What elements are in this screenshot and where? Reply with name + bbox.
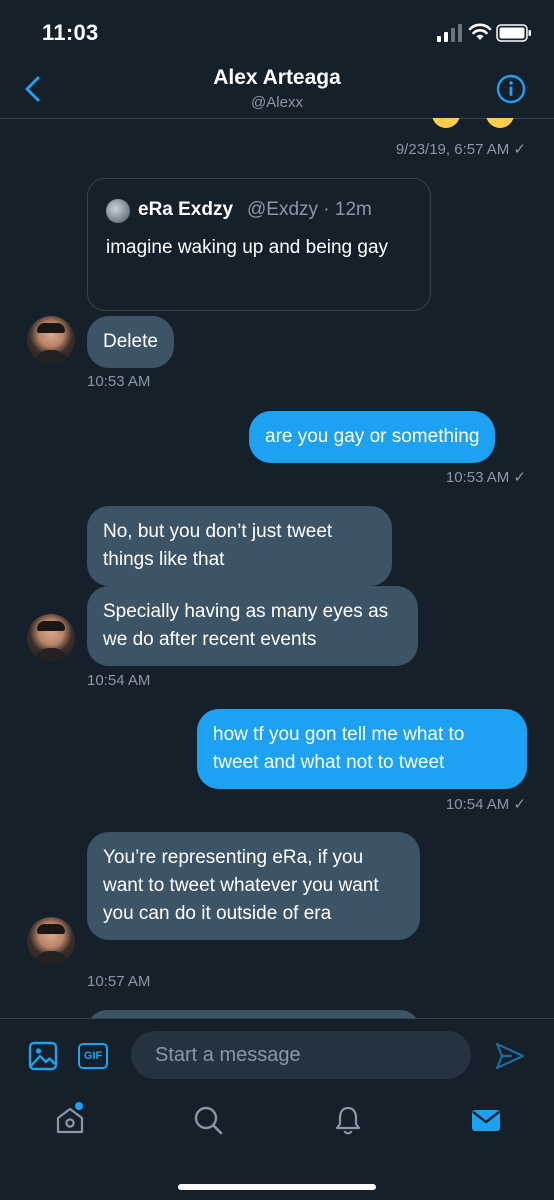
conversation-title: Alex Arteaga	[213, 66, 341, 89]
incoming-message-bubble[interactable]: You’re representing eRa, if you want to …	[87, 832, 420, 940]
quoted-tweet-avatar	[106, 199, 130, 223]
status-bar: 11:03	[0, 0, 554, 64]
message-timestamp: 10:54 AM ✓	[445, 796, 526, 813]
message-input[interactable]	[131, 1031, 471, 1079]
message-timestamp: 10:57 AM	[87, 973, 151, 990]
outgoing-message-bubble[interactable]: are you gay or something	[249, 411, 496, 463]
quoted-tweet-text: imagine waking up and being gay	[106, 237, 389, 258]
outgoing-message-bubble[interactable]: how tf you gon tell me what to tweet and…	[197, 709, 527, 789]
gif-icon[interactable]: GIF	[78, 1043, 108, 1069]
message-timestamp: 10:54 AM	[87, 672, 151, 689]
status-time: 11:03	[42, 20, 99, 45]
contact-avatar[interactable]	[27, 917, 75, 965]
info-icon[interactable]	[496, 74, 526, 104]
message-thread[interactable]: 9/23/19, 6:57 AM ✓ eRa Exdzy @Exdzy · 12…	[0, 118, 554, 1018]
compose-bar: GIF	[0, 1018, 554, 1093]
contact-avatar[interactable]	[27, 316, 75, 364]
incoming-message-bubble-partial	[87, 1010, 420, 1018]
cellular-signal-icon	[437, 24, 462, 42]
incoming-message-bubble[interactable]: No, but you don’t just tweet things like…	[87, 506, 392, 586]
message-timestamp: 10:53 AM	[87, 373, 151, 390]
quoted-tweet-name: eRa Exdzy	[138, 199, 234, 220]
bell-icon[interactable]	[332, 1104, 364, 1136]
send-icon[interactable]	[494, 1041, 526, 1071]
mail-icon[interactable]	[470, 1104, 502, 1136]
contact-avatar[interactable]	[27, 614, 75, 662]
quoted-tweet-card[interactable]: eRa Exdzy @Exdzy · 12m imagine waking up…	[87, 178, 431, 311]
emoji-partial	[486, 118, 514, 128]
bottom-tab-bar	[0, 1092, 554, 1200]
incoming-message-bubble[interactable]: Specially having as many eyes as we do a…	[87, 586, 418, 666]
battery-icon	[496, 24, 531, 42]
incoming-message-bubble[interactable]: Delete	[87, 316, 174, 368]
emoji-partial	[432, 118, 460, 128]
conversation-header: Alex Arteaga @Alexx	[0, 64, 554, 119]
conversation-handle: @Alexx	[251, 94, 303, 111]
image-icon[interactable]	[28, 1041, 58, 1071]
message-timestamp: 10:53 AM ✓	[445, 469, 526, 486]
quoted-tweet-handle: @Exdzy · 12m	[247, 199, 372, 220]
search-icon[interactable]	[192, 1104, 224, 1136]
message-timestamp: 9/23/19, 6:57 AM ✓	[395, 141, 526, 158]
notification-dot	[75, 1102, 83, 1110]
home-indicator	[178, 1184, 376, 1190]
wifi-icon	[468, 23, 492, 40]
